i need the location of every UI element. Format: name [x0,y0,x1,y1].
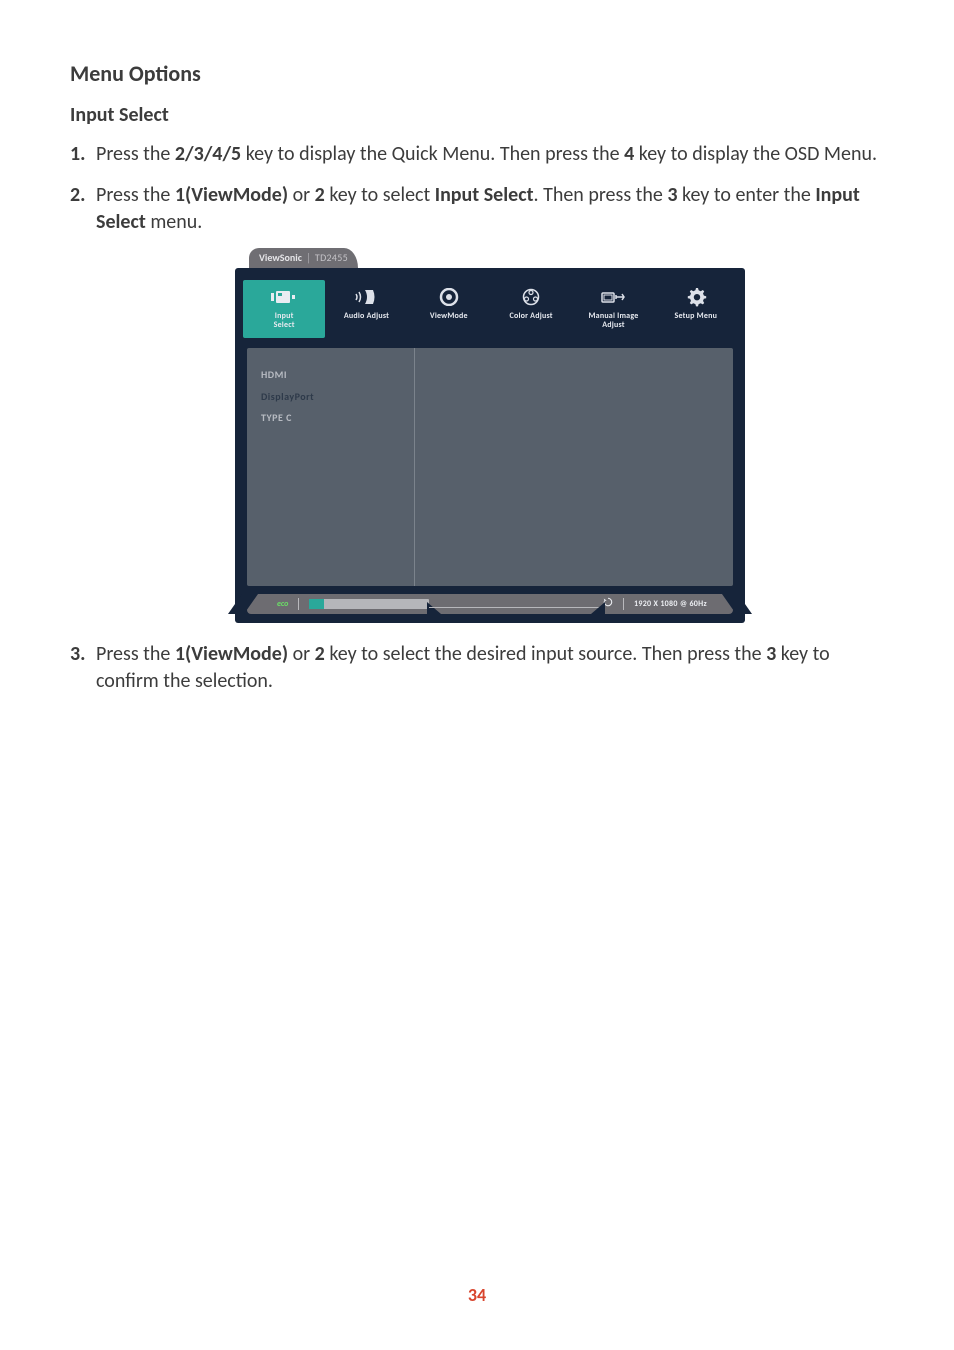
color-adjust-icon [492,286,570,308]
option-displayport[interactable]: DisplayPort [261,390,400,404]
key-ref: 3 [667,183,677,207]
tab-label: Setup Menu [657,312,735,321]
tab-viewmode[interactable]: ViewMode [408,280,490,338]
manual-image-icon [574,286,652,308]
progress-fill [309,599,323,609]
text: Press the [96,142,175,166]
setup-menu-icon [657,286,735,308]
status-gap [429,594,603,614]
key-ref: 3 [766,642,776,666]
menu-name: Input Select [435,183,534,207]
tab-label: Audio Adjust [327,312,405,321]
tab-setup-menu[interactable]: Setup Menu [655,280,737,338]
page-number: 34 [0,1284,954,1306]
brand-label: ViewSonic [259,251,302,265]
audio-adjust-icon [327,286,405,308]
tab-manual-image-adjust[interactable]: Manual Image Adjust [572,280,654,338]
input-select-icon [245,286,323,308]
text: Press the [96,642,175,666]
divider [298,598,299,610]
step-1: Press the 2/3/4/5 key to display the Qui… [70,141,884,168]
key-ref: 4 [624,142,634,166]
text: key to display the OSD Menu. [634,142,877,166]
tab-label: Input Select [245,312,323,330]
key-ref: 1(ViewMode) [175,183,288,207]
key-ref: 2/3/4/5 [175,142,241,166]
model-label: TD2455 [315,251,348,265]
text: . Then press the [534,183,668,207]
key-ref: 2 [315,642,325,666]
osd-status-bar: eco 1920 X 1080 @ 60Hz [247,594,733,614]
divider [623,598,624,610]
osd-input-options: HDMI DisplayPort TYPE C [247,348,415,586]
key-ref: 1(ViewMode) [175,642,288,666]
steps-list: Press the 2/3/4/5 key to display the Qui… [70,141,884,695]
tab-label: ViewMode [410,312,488,321]
text: key to select [325,183,435,207]
osd-submenu-panel: HDMI DisplayPort TYPE C [247,348,733,586]
resolution-label: 1920 X 1080 @ 60Hz [634,599,707,610]
text: key to select the desired input source. … [325,642,766,666]
tab-input-select[interactable]: Input Select [243,280,325,338]
osd-brand-tab: ViewSonic │ TD2455 [249,248,358,268]
option-typec[interactable]: TYPE C [261,411,400,425]
heading-input-select: Input Select [70,103,884,127]
osd-body: Input Select Audio Adjust [235,268,745,623]
step-2: Press the 1(ViewMode) or 2 key to select… [70,182,884,623]
osd-top-tab: ViewSonic │ TD2455 [235,244,745,268]
progress-bar [309,599,429,609]
text: menu. [146,210,203,234]
tab-audio-adjust[interactable]: Audio Adjust [325,280,407,338]
viewmode-icon [410,286,488,308]
text: or [288,183,315,207]
step-3: Press the 1(ViewMode) or 2 key to select… [70,641,884,695]
text: key to enter the [678,183,816,207]
osd-tab-row: Input Select Audio Adjust [235,268,745,344]
tab-label: Manual Image Adjust [574,312,652,330]
tab-color-adjust[interactable]: Color Adjust [490,280,572,338]
text: Press the [96,183,175,207]
key-ref: 2 [315,183,325,207]
separator: │ [306,251,311,265]
eco-label: eco [277,599,288,610]
option-hdmi[interactable]: HDMI [261,368,400,382]
tab-label: Color Adjust [492,312,570,321]
text: key to display the Quick Menu. Then pres… [241,142,624,166]
osd-screenshot: ViewSonic │ TD2455 Input Select [235,244,745,623]
heading-menu-options: Menu Options [70,60,884,87]
text: or [288,642,315,666]
